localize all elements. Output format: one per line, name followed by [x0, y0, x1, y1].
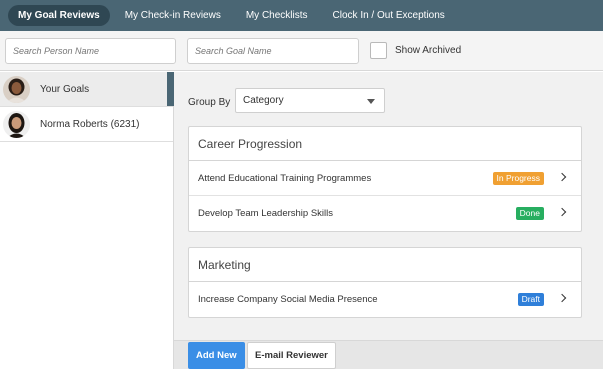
chevron-right-icon[interactable]	[557, 293, 567, 303]
status-badge: In Progress	[492, 172, 544, 185]
search-person-input[interactable]	[5, 38, 176, 64]
add-new-button[interactable]: Add New	[188, 342, 245, 369]
person-item-norma-roberts[interactable]: Norma Roberts (6231)	[0, 107, 173, 142]
filter-bar: Show Archived	[0, 31, 603, 71]
goal-name: Attend Educational Training Programmes	[198, 173, 372, 184]
footer-bar: Add New E-mail Reviewer	[174, 340, 603, 369]
goal-group-career-progression: Career Progression Attend Educational Tr…	[188, 126, 582, 232]
group-title: Career Progression	[189, 127, 581, 161]
chevron-right-icon[interactable]	[557, 207, 567, 217]
tab-my-checklists[interactable]: My Checklists	[236, 5, 318, 26]
tab-my-check-in-reviews[interactable]: My Check-in Reviews	[115, 5, 231, 26]
goal-row[interactable]: Develop Team Leadership Skills Done	[189, 196, 581, 231]
group-by-select[interactable]: Category	[235, 88, 385, 113]
avatar	[3, 110, 30, 138]
goal-name: Increase Company Social Media Presence	[198, 294, 378, 305]
status-badge: Done	[515, 207, 544, 220]
person-label: Your Goals	[40, 83, 90, 95]
chevron-down-icon	[367, 99, 375, 104]
tab-my-goal-reviews[interactable]: My Goal Reviews	[8, 5, 110, 26]
avatar	[3, 75, 30, 103]
top-nav: My Goal Reviews My Check-in Reviews My C…	[0, 0, 603, 31]
group-title: Marketing	[189, 248, 581, 282]
email-reviewer-button[interactable]: E-mail Reviewer	[247, 342, 336, 369]
tab-clock-in-out-exceptions[interactable]: Clock In / Out Exceptions	[323, 5, 455, 26]
group-by-value: Category	[243, 95, 284, 106]
status-badge: Draft	[517, 293, 544, 306]
goal-row[interactable]: Attend Educational Training Programmes I…	[189, 161, 581, 196]
group-by-label: Group By	[188, 97, 231, 108]
goal-name: Develop Team Leadership Skills	[198, 208, 334, 219]
chevron-right-icon[interactable]	[557, 172, 567, 182]
goals-panel: Group By Category Career Progression Att…	[174, 72, 603, 369]
person-item-your-goals[interactable]: Your Goals	[0, 72, 174, 107]
show-archived-checkbox[interactable]	[370, 42, 387, 59]
show-archived-label: Show Archived	[395, 45, 462, 56]
person-label: Norma Roberts (6231)	[40, 118, 140, 130]
people-list: Your Goals Norma Roberts (6231)	[0, 72, 174, 369]
goal-row[interactable]: Increase Company Social Media Presence D…	[189, 282, 581, 317]
goal-group-marketing: Marketing Increase Company Social Media …	[188, 247, 582, 318]
search-goal-input[interactable]	[187, 38, 359, 64]
